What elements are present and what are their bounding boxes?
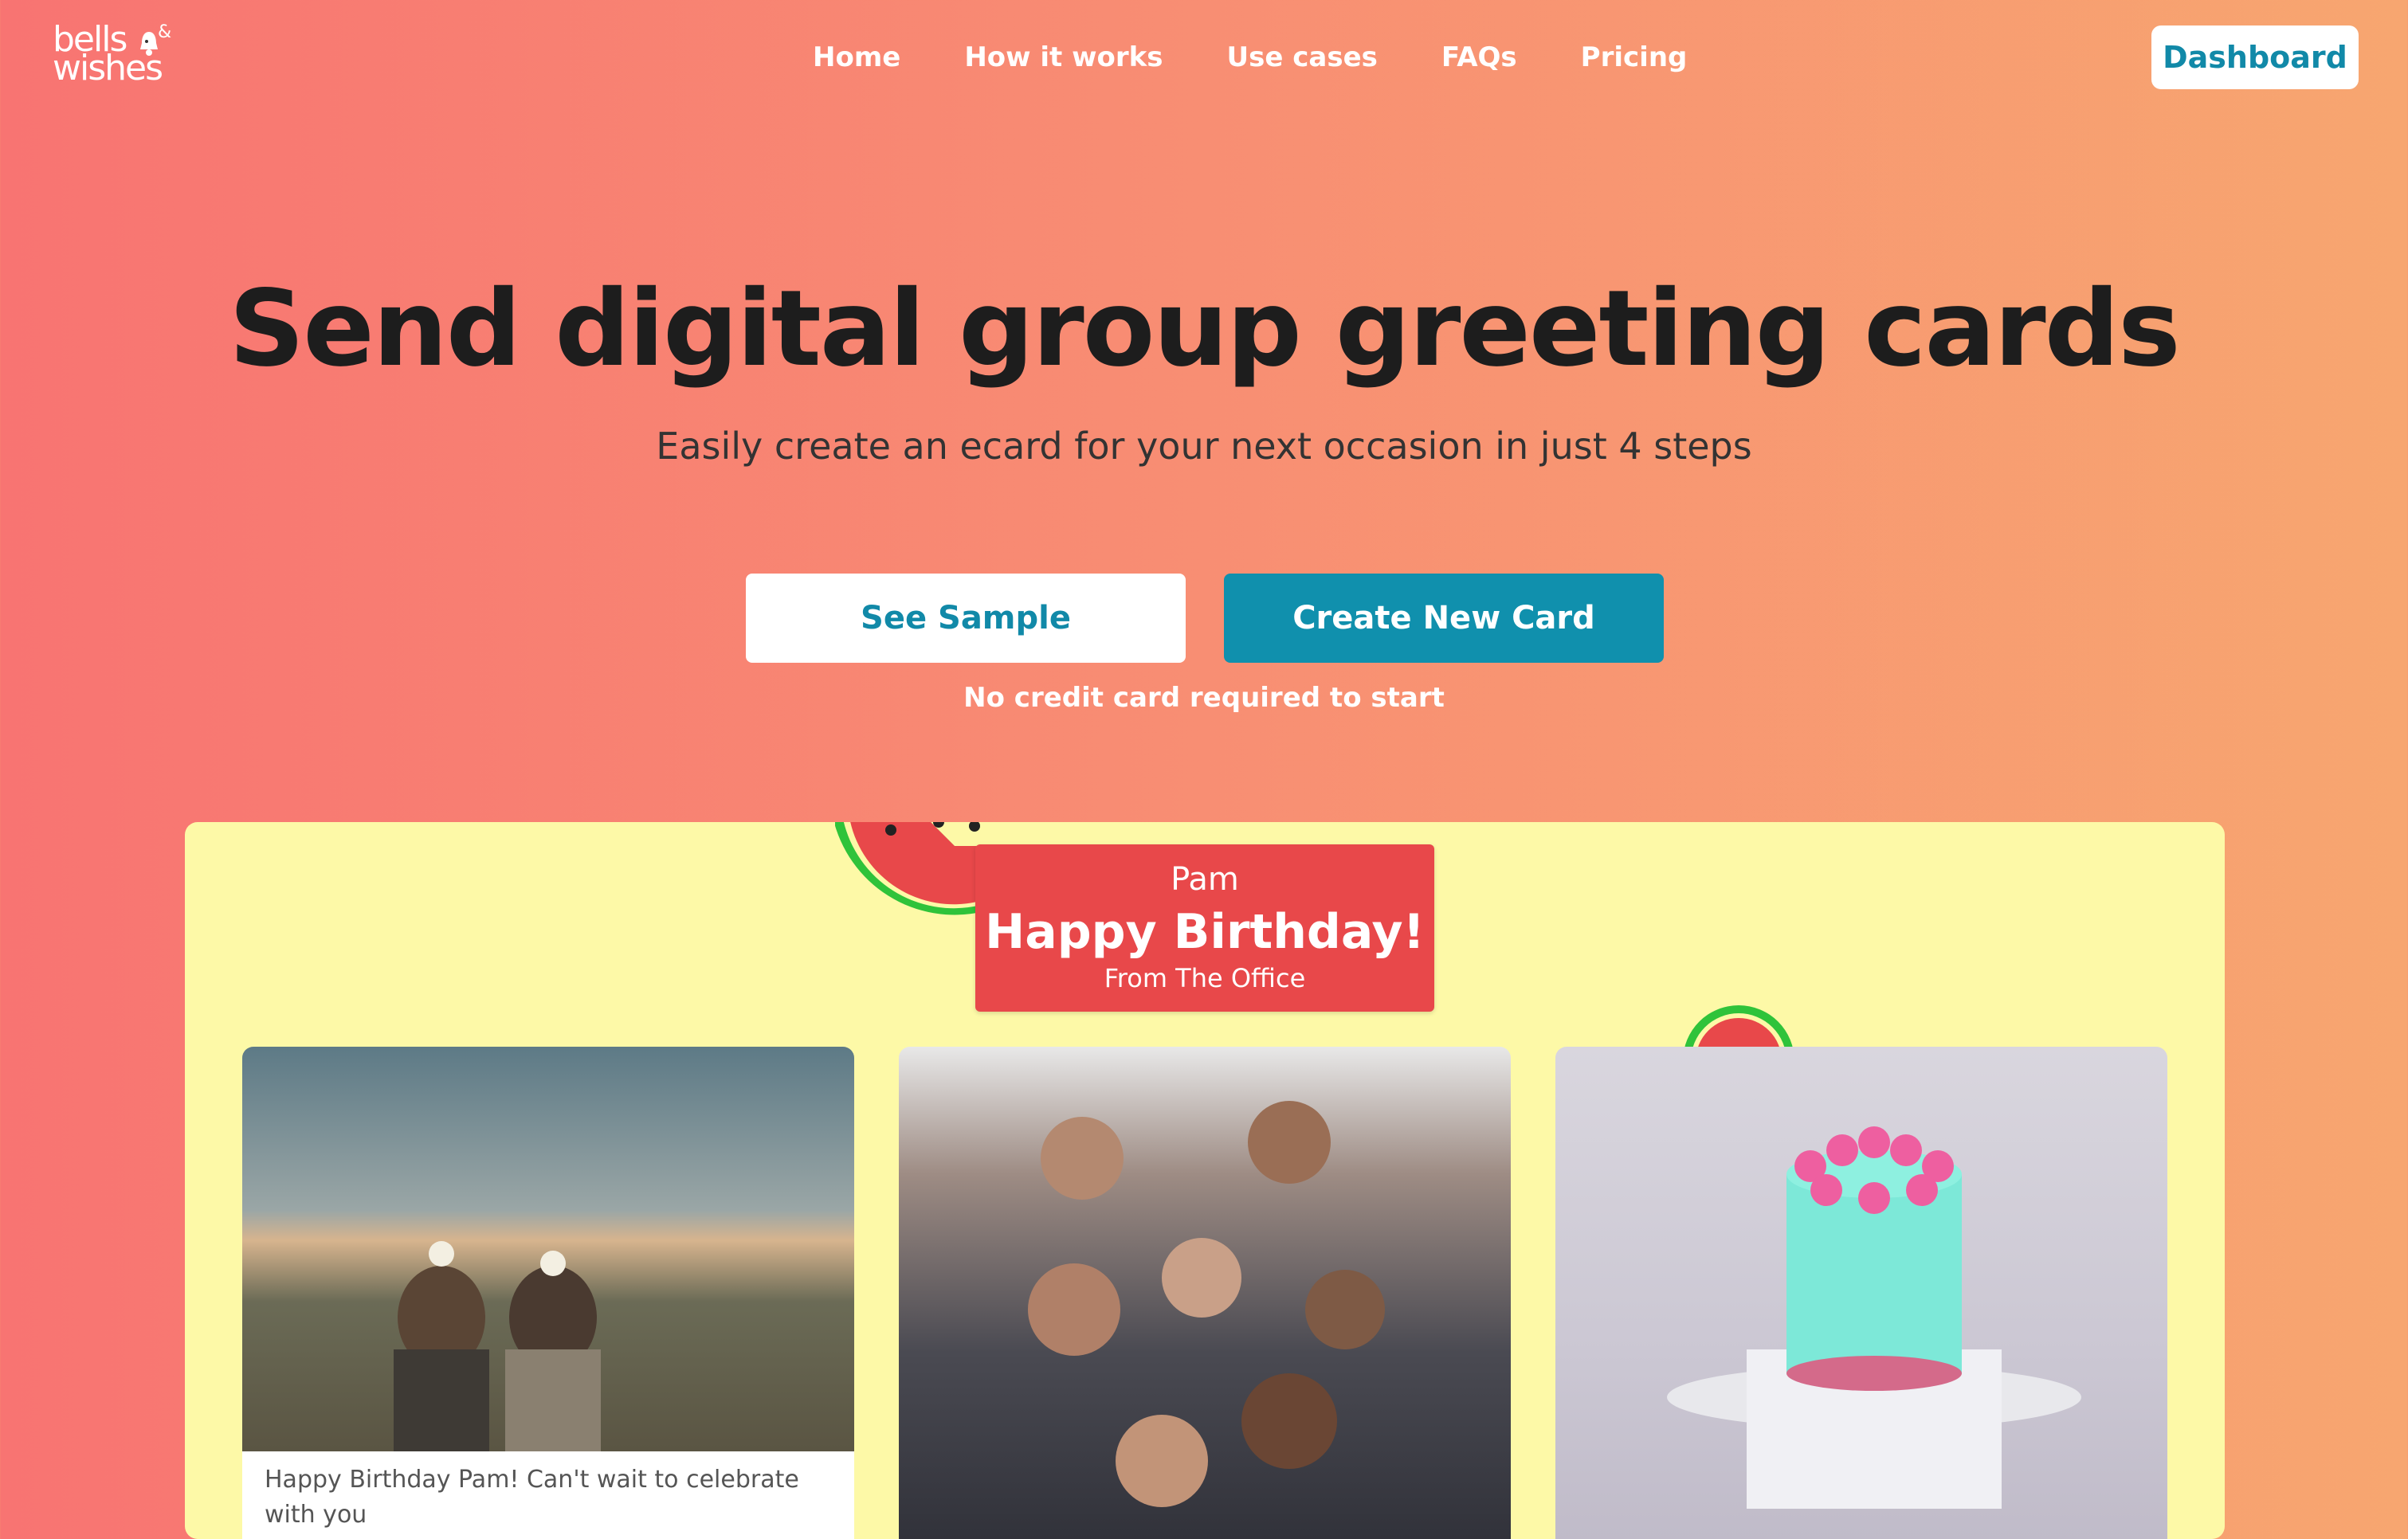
birthday-banner: Pam Happy Birthday! From The Office <box>975 844 1434 1012</box>
photo-group-women <box>1028 1101 1385 1507</box>
see-sample-button[interactable]: See Sample <box>746 574 1186 663</box>
photo-two-women <box>394 1241 601 1451</box>
no-credit-card-note: No credit card required to start <box>963 682 1445 714</box>
banner-from: From The Office <box>1104 963 1306 993</box>
nav-how-it-works[interactable]: How it works <box>964 38 1163 76</box>
card-message: Happy Birthday Pam! Can't wait to celebr… <box>242 1451 854 1539</box>
photo-card-birthday-cake <box>1555 1047 2167 1539</box>
nav-use-cases[interactable]: Use cases <box>1227 38 1378 76</box>
banner-title: Happy Birthday! <box>985 904 1425 960</box>
hero-title: Send digital group greeting cards <box>229 268 2180 390</box>
nav-home[interactable]: Home <box>813 38 900 76</box>
banner-recipient-name: Pam <box>1171 861 1239 898</box>
cake-photo <box>1667 1126 2081 1509</box>
photo-card-friends-flowers: Happy Birthday Pam! Can't wait to celebr… <box>242 1047 854 1539</box>
dashboard-button[interactable]: Dashboard <box>2151 25 2359 89</box>
hero-subtitle: Easily create an ecard for your next occ… <box>656 425 1752 468</box>
logo-text-wishes: wishes <box>53 48 163 88</box>
photo-card-group-friends <box>899 1047 1511 1539</box>
brand-logo[interactable]: bells & wishes <box>53 22 180 88</box>
nav-faqs[interactable]: FAQs <box>1441 38 1517 76</box>
main-nav: Home How it works Use cases FAQs Pricing <box>813 38 1687 76</box>
logo-ampersand: & <box>158 22 172 42</box>
create-new-card-button[interactable]: Create New Card <box>1224 574 1664 663</box>
card-preview-board: Pam Happy Birthday! From The Office Happ… <box>185 822 2225 1539</box>
nav-pricing[interactable]: Pricing <box>1581 38 1688 76</box>
